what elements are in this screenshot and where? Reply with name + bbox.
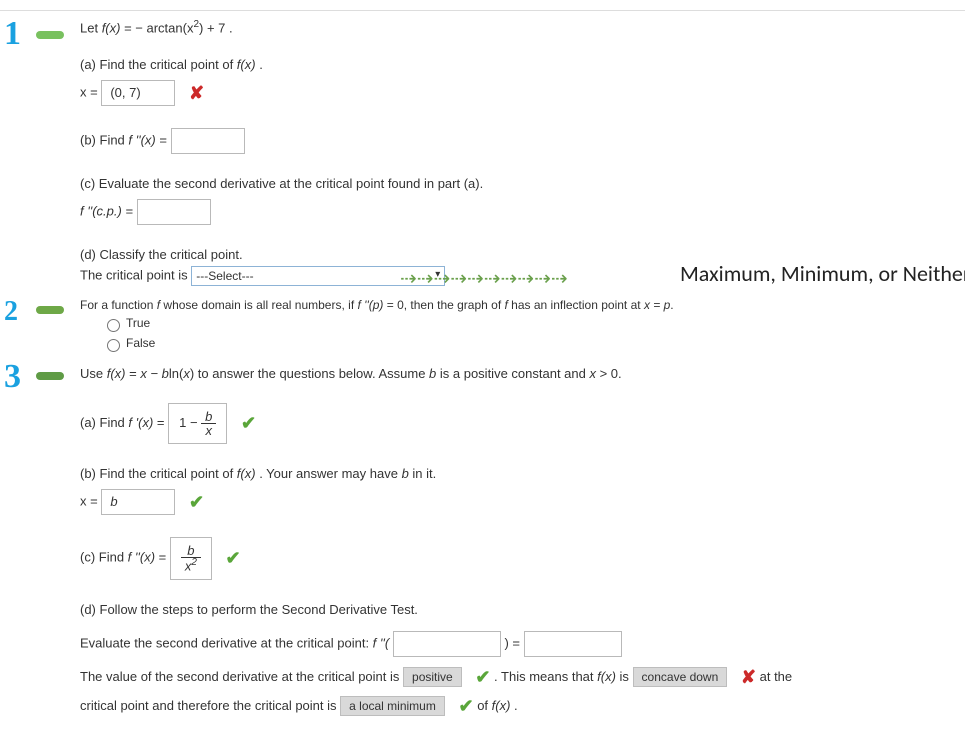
- handwritten-dash-icon: [36, 306, 64, 314]
- x-equals-label: x =: [80, 85, 101, 100]
- q3b-answer-input[interactable]: b: [101, 489, 175, 515]
- true-label: True: [126, 317, 150, 331]
- q1-part-a: (a) Find the critical point of f(x) .: [80, 57, 965, 72]
- q3c-answer-input[interactable]: bx2: [170, 537, 212, 579]
- q1b-answer-input[interactable]: [171, 128, 245, 154]
- correct-icon: ✔: [475, 667, 490, 687]
- sign-fill[interactable]: positive: [403, 667, 462, 687]
- handwritten-3-icon: 3: [4, 358, 21, 396]
- q2-text: For a function f whose domain is all rea…: [80, 298, 965, 312]
- q1a-answer-input[interactable]: (0, 7): [101, 80, 175, 106]
- correct-icon: ✔: [189, 492, 204, 512]
- fpp-cp-label: f ''(c.p.) =: [80, 204, 137, 219]
- handwritten-dash-icon: [36, 372, 64, 380]
- correct-icon: ✔: [458, 696, 473, 716]
- q1-part-c: (c) Evaluate the second derivative at th…: [80, 176, 965, 191]
- true-radio[interactable]: [107, 319, 120, 332]
- correct-icon: ✔: [226, 548, 241, 568]
- false-radio[interactable]: [107, 339, 120, 352]
- handwritten-1-icon: 1: [4, 15, 21, 53]
- wrong-icon: ✘: [189, 83, 204, 103]
- handwritten-note: Maximum, Minimum, or Neither: [680, 260, 965, 287]
- problem-3: 3 Use f(x) = x − bln(x) to answer the qu…: [0, 366, 965, 716]
- q1c-answer-input[interactable]: [137, 199, 211, 225]
- false-label: False: [126, 337, 155, 351]
- q3-part-b: (b) Find the critical point of f(x) . Yo…: [80, 466, 965, 481]
- q3-part-a: (a) Find f '(x) = 1 − bx ✔: [80, 403, 965, 444]
- wrong-icon: ✘: [741, 667, 756, 687]
- concavity-fill[interactable]: concave down: [633, 667, 728, 687]
- q1-part-d: (d) Classify the critical point. The cri…: [80, 247, 965, 286]
- classify-select[interactable]: ---Select---: [191, 266, 445, 286]
- handwritten-dash-icon: [36, 31, 64, 39]
- q3-part-c: (c) Find f ''(x) = bx2 ✔: [80, 537, 965, 579]
- critical-point-lead: The critical point is: [80, 268, 191, 283]
- q3d-cp-input[interactable]: [393, 631, 501, 657]
- q1-part-b: (b) Find f ''(x) =: [80, 128, 965, 154]
- x-equals-label: x =: [80, 494, 101, 509]
- q3-intro: Use f(x) = x − bln(x) to answer the ques…: [80, 366, 965, 381]
- problem-1: 1 Let f(x) = − arctan(x2) + 7 . (a) Find…: [0, 19, 965, 286]
- problem-2: 2 For a function f whose domain is all r…: [0, 298, 965, 352]
- q3-part-d: (d) Follow the steps to perform the Seco…: [80, 602, 965, 717]
- q3a-answer-input[interactable]: 1 − bx: [168, 403, 227, 444]
- correct-icon: ✔: [241, 413, 256, 433]
- q3d-val-input[interactable]: [524, 631, 622, 657]
- classification-fill[interactable]: a local minimum: [340, 696, 445, 716]
- q1-intro: Let f(x) = − arctan(x2) + 7 .: [80, 19, 965, 35]
- handwritten-2-icon: 2: [4, 296, 18, 328]
